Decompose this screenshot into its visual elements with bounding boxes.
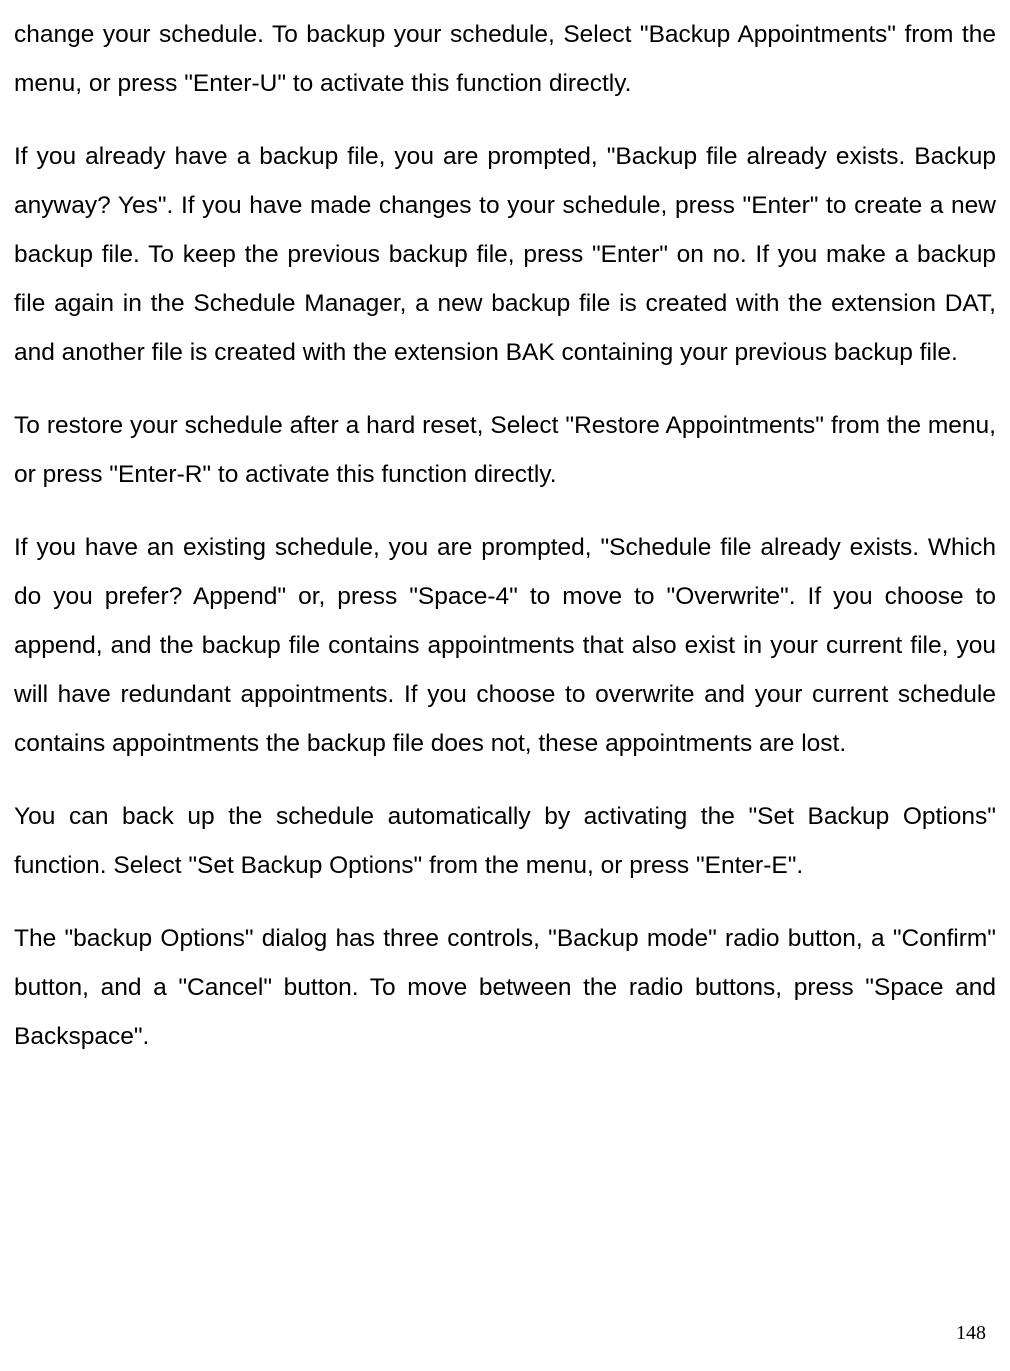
document-body: change your schedule. To backup your sch… bbox=[14, 10, 996, 1061]
paragraph-5: You can back up the schedule automatical… bbox=[14, 792, 996, 890]
paragraph-1: change your schedule. To backup your sch… bbox=[14, 10, 996, 108]
paragraph-3: To restore your schedule after a hard re… bbox=[14, 401, 996, 499]
paragraph-4: If you have an existing schedule, you ar… bbox=[14, 523, 996, 768]
page-number: 148 bbox=[956, 1323, 986, 1343]
paragraph-6: The "backup Options" dialog has three co… bbox=[14, 914, 996, 1061]
paragraph-2: If you already have a backup file, you a… bbox=[14, 132, 996, 377]
